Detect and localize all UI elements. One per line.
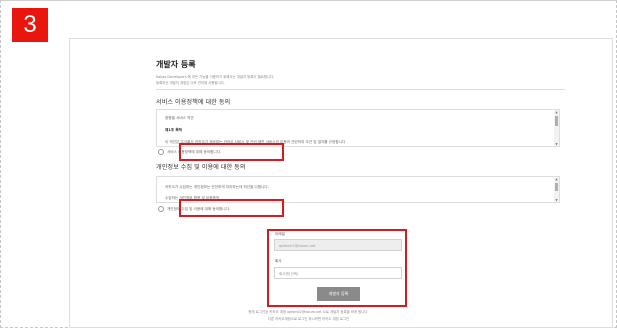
terms-text-line: 응용을 서비스 약관 — [165, 116, 194, 120]
terms-text-line: 카카오가 수집하는 개인정보는 안전하게 처리하는데 최선을 다합니다. — [165, 185, 269, 189]
service-terms-scrollbar[interactable]: ▲ ▼ — [554, 110, 559, 146]
step-badge: 3 — [12, 8, 48, 42]
section-divider — [156, 89, 565, 90]
footer-login-link[interactable]: 다른 카카오계정으로 로그인 하시려면 카카오 계정 로그인 — [0, 316, 617, 321]
service-terms-agree-radio[interactable] — [158, 149, 164, 155]
footer-account-note: 현재 로그인된 카카오 계정 apfsm02@daum.net 으로 개발자 등… — [248, 310, 369, 314]
privacy-terms-scrollbar[interactable]: ▲ ▼ — [554, 177, 559, 202]
scroll-thumb[interactable] — [555, 183, 558, 191]
terms-text-line: 제1조 목적 — [165, 128, 182, 132]
service-terms-heading: 서비스 이용정책에 대한 동의 — [156, 99, 231, 106]
privacy-terms-agree-radio[interactable] — [158, 206, 164, 212]
scroll-thumb[interactable] — [555, 116, 558, 126]
highlight-privacy-agree — [179, 199, 284, 217]
intro-line-1: Kakao Developers 에 모든 기능을 이용하기 위해서는 개발자 … — [156, 75, 275, 79]
scroll-down-icon[interactable]: ▼ — [554, 198, 559, 202]
scroll-down-icon[interactable]: ▼ — [554, 142, 559, 146]
highlight-registration-form — [267, 229, 407, 307]
highlight-service-agree — [179, 143, 284, 161]
page-title: 개발자 등록 — [156, 60, 196, 69]
intro-line-2: 등록하신 개발자 계정은 이후 관리에 사용됩니다. — [156, 81, 225, 85]
privacy-terms-heading: 개인정보 수집 및 이용에 대한 동의 — [156, 164, 246, 171]
service-terms-box[interactable]: 응용을 서비스 약관 제1조 목적 이 약관은 주식회사 카카오가 제공하는 카… — [156, 109, 560, 147]
scroll-up-icon[interactable]: ▲ — [554, 177, 559, 181]
scroll-up-icon[interactable]: ▲ — [554, 110, 559, 114]
